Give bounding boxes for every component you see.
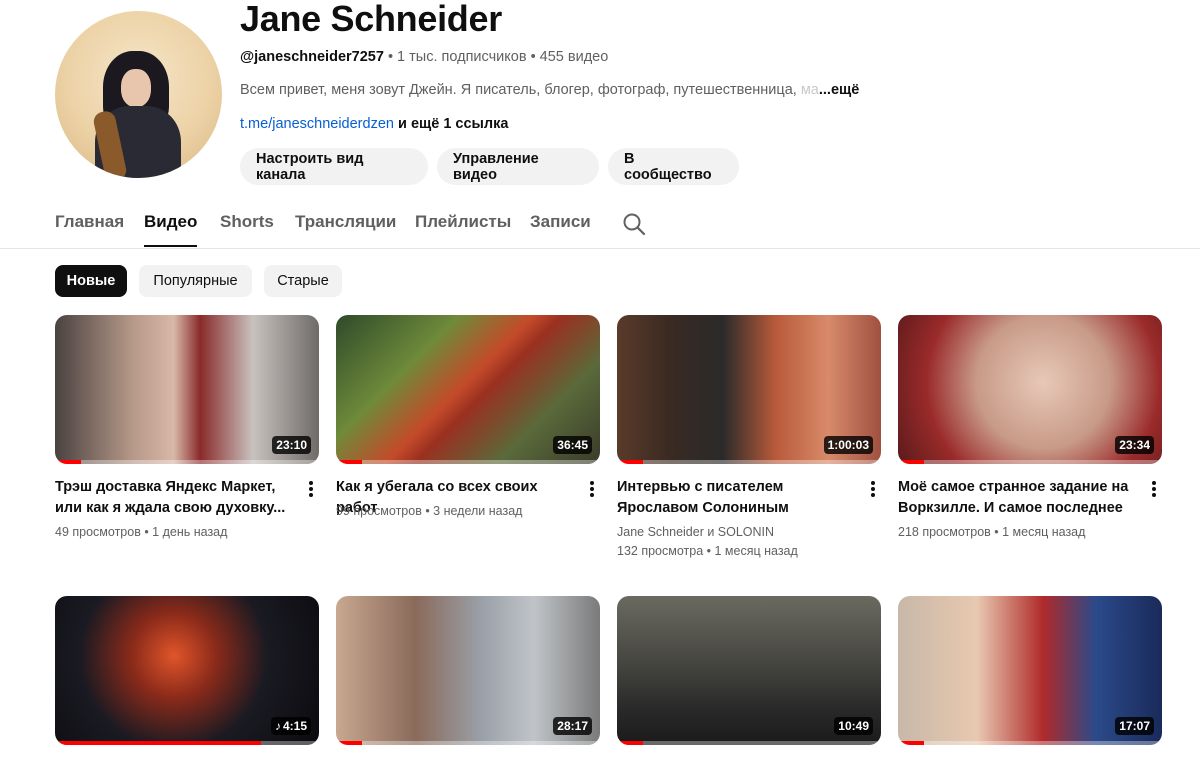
view-count: 218 просмотров	[898, 525, 991, 539]
watch-progress	[898, 460, 1162, 464]
upload-age: • 1 месяц назад	[990, 525, 1086, 539]
video-title[interactable]: Интервью с писателем Ярославом Солониным	[617, 477, 851, 519]
video-card[interactable]: 1:00:03 Интервью с писателем Ярославом С…	[617, 315, 881, 558]
video-duration: 10:49	[834, 717, 873, 735]
kebab-menu-icon[interactable]	[1144, 479, 1164, 499]
upload-age: • 1 день назад	[140, 525, 228, 539]
customize-channel-button[interactable]: Настроить вид канала	[240, 148, 428, 185]
video-thumbnail[interactable]: 28:17	[336, 596, 600, 745]
video-card[interactable]: 36:45 Как я убегала со всех своих работ …	[336, 315, 600, 518]
watch-progress	[336, 460, 600, 464]
watch-progress	[617, 460, 881, 464]
video-card[interactable]: 17:07	[898, 596, 1162, 745]
kebab-menu-icon[interactable]	[582, 479, 602, 499]
description-fade: ма	[796, 82, 819, 98]
more-links[interactable]: и ещё 1 ссылка	[394, 116, 508, 132]
tab-playlists[interactable]: Плейлисты	[415, 212, 511, 232]
chip-newest[interactable]: Новые	[55, 265, 127, 297]
video-thumbnail[interactable]: 17:07	[898, 596, 1162, 745]
upload-age: • 3 недели назад	[421, 504, 523, 518]
community-button[interactable]: В сообщество	[608, 148, 739, 185]
video-thumbnail[interactable]: ♪ 4:15	[55, 596, 319, 745]
video-thumbnail[interactable]: 23:10	[55, 315, 319, 464]
description-text: Всем привет, меня зовут Джейн. Я писател…	[240, 82, 797, 98]
video-stats: 49 просмотров • 1 день назад	[55, 525, 227, 539]
kebab-menu-icon[interactable]	[863, 479, 883, 499]
search-icon[interactable]	[622, 212, 646, 236]
tab-home[interactable]: Главная	[55, 212, 124, 232]
description-more-link[interactable]: ...ещё	[819, 82, 859, 98]
video-thumbnail[interactable]: 36:45	[336, 315, 600, 464]
watch-progress	[55, 460, 319, 464]
manage-videos-button[interactable]: Управление видео	[437, 148, 599, 185]
view-count: 99 просмотров	[336, 504, 422, 518]
video-duration: ♪ 4:15	[270, 717, 311, 735]
kebab-menu-icon[interactable]	[301, 479, 321, 499]
duration-text: 4:15	[282, 719, 307, 733]
video-card[interactable]: 23:10 Трэш доставка Яндекс Маркет, или к…	[55, 315, 319, 539]
chip-popular[interactable]: Популярные	[139, 265, 252, 297]
video-duration: 23:10	[272, 436, 311, 454]
video-stats: 218 просмотров • 1 месяц назад	[898, 525, 1085, 539]
tab-posts[interactable]: Записи	[530, 212, 591, 232]
channel-links: t.me/janeschneiderdzen и ещё 1 ссылка	[240, 116, 508, 132]
video-stats: 132 просмотра • 1 месяц назад	[617, 544, 798, 558]
channel-tabs: Главная Видео Shorts Трансляции Плейлист…	[0, 200, 1200, 249]
video-duration: 1:00:03	[823, 436, 873, 454]
channel-avatar[interactable]	[55, 11, 222, 178]
video-thumbnail[interactable]: 1:00:03	[617, 315, 881, 464]
video-duration: 36:45	[553, 436, 592, 454]
video-duration: 17:07	[1115, 717, 1154, 735]
channel-title: Jane Schneider	[240, 0, 502, 39]
tab-shorts[interactable]: Shorts	[220, 212, 274, 232]
video-card[interactable]: 10:49	[617, 596, 881, 745]
video-thumbnail[interactable]: 23:34	[898, 315, 1162, 464]
channel-meta: @janeschneider7257 • 1 тыс. подписчиков …	[240, 49, 608, 65]
video-duration: 28:17	[553, 717, 592, 735]
watch-progress	[617, 741, 881, 745]
video-card[interactable]: 23:34 Моё самое странное задание на Ворк…	[898, 315, 1162, 539]
music-note-icon: ♪	[274, 719, 281, 733]
channel-description[interactable]: Всем привет, меня зовут Джейн. Я писател…	[240, 82, 859, 98]
tab-live[interactable]: Трансляции	[295, 212, 396, 232]
video-stats: 99 просмотров • 3 недели назад	[336, 504, 522, 518]
video-title[interactable]: Моё самое странное задание на Воркзилле.…	[898, 477, 1132, 519]
watch-progress	[55, 741, 319, 745]
channel-handle: @janeschneider7257	[240, 49, 384, 65]
view-count: 49 просмотров	[55, 525, 141, 539]
chip-oldest[interactable]: Старые	[264, 265, 342, 297]
video-count: • 455 видео	[526, 49, 609, 65]
upload-age: • 1 месяц назад	[703, 544, 798, 558]
channel-link[interactable]: t.me/janeschneiderdzen	[240, 116, 394, 132]
video-duration: 23:34	[1115, 436, 1154, 454]
subscriber-count: • 1 тыс. подписчиков	[383, 49, 527, 65]
watch-progress	[336, 741, 600, 745]
video-authors[interactable]: Jane Schneider и SOLONIN	[617, 525, 774, 539]
video-card[interactable]: ♪ 4:15	[55, 596, 319, 745]
view-count: 132 просмотра	[617, 544, 704, 558]
watch-progress	[898, 741, 1162, 745]
video-card[interactable]: 28:17	[336, 596, 600, 745]
video-thumbnail[interactable]: 10:49	[617, 596, 881, 745]
video-title[interactable]: Трэш доставка Яндекс Маркет, или как я ж…	[55, 477, 289, 519]
tab-videos[interactable]: Видео	[144, 212, 198, 247]
